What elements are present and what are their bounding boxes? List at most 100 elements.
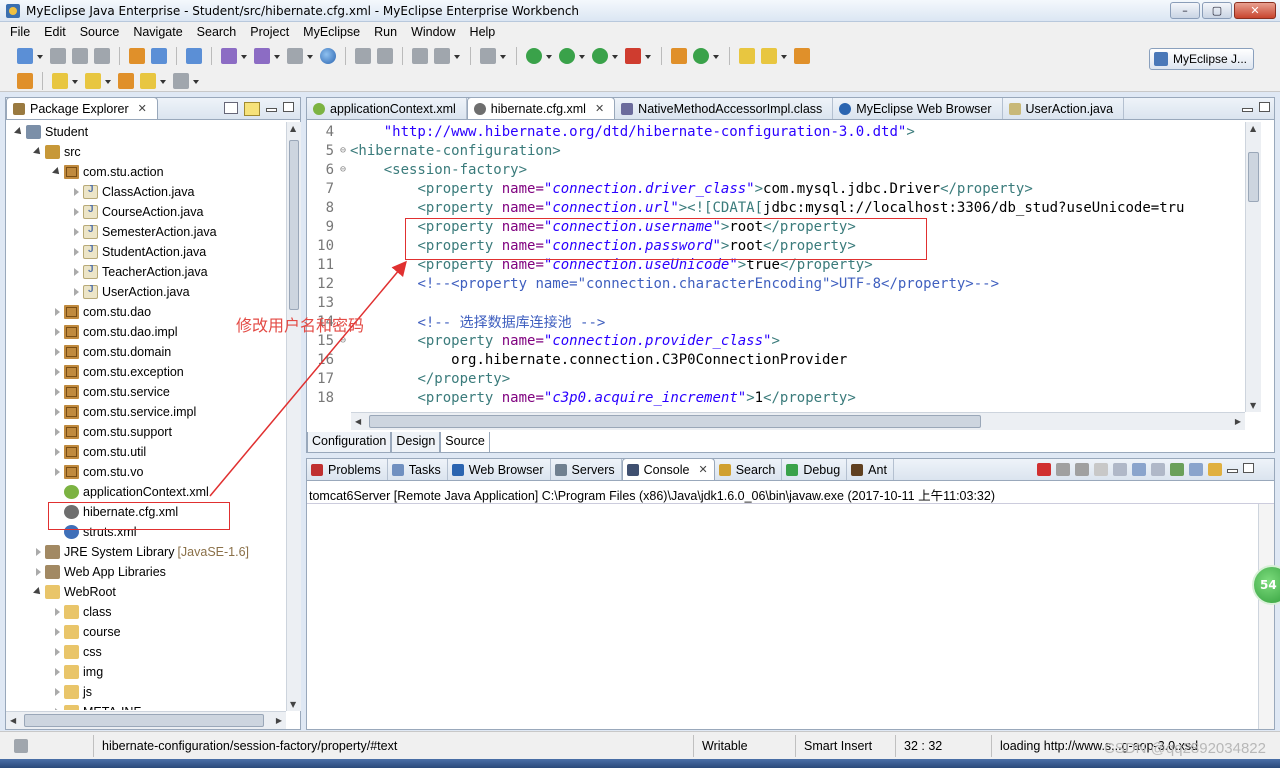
- scroll-lock-icon[interactable]: [1113, 463, 1127, 476]
- tree-item[interactable]: css: [6, 642, 286, 662]
- new-java-package-icon[interactable]: [671, 48, 687, 64]
- tab-editor-file[interactable]: UserAction.java: [1003, 98, 1125, 119]
- fold-toggle-icon[interactable]: ⊖: [340, 164, 350, 175]
- menu-myeclipse[interactable]: MyEclipse: [296, 25, 367, 39]
- compare-icon[interactable]: [355, 48, 371, 64]
- console-output[interactable]: [307, 503, 1274, 729]
- external-tools-icon[interactable]: [625, 48, 641, 64]
- tab-search[interactable]: Search: [715, 459, 783, 480]
- link-with-editor-icon[interactable]: [244, 102, 260, 116]
- clear-console-icon[interactable]: [1094, 463, 1108, 476]
- collapsed-arrow-icon[interactable]: [52, 707, 62, 710]
- scroll-left-icon[interactable]: ◀: [10, 716, 16, 725]
- fold-toggle-icon[interactable]: ⊖: [340, 335, 350, 346]
- new-dropdown-icon[interactable]: [36, 48, 43, 64]
- tree-horizontal-scrollbar[interactable]: ◀ ▶: [6, 711, 286, 729]
- tree-item[interactable]: META-INF: [6, 702, 286, 710]
- external-tools-dropdown-icon[interactable]: [644, 48, 651, 64]
- collapsed-arrow-icon[interactable]: [52, 407, 62, 417]
- menu-file[interactable]: File: [3, 25, 37, 39]
- collapsed-arrow-icon[interactable]: [52, 387, 62, 397]
- collapsed-arrow-icon[interactable]: [71, 207, 81, 217]
- tree-item[interactable]: com.stu.support: [6, 422, 286, 442]
- tree-item[interactable]: UserAction.java: [6, 282, 286, 302]
- minimize-view-icon[interactable]: [1242, 108, 1253, 112]
- back-dropdown-icon[interactable]: [159, 73, 166, 89]
- search-tool-dropdown-icon[interactable]: [780, 48, 787, 64]
- database-icon[interactable]: [186, 48, 202, 64]
- coverage-icon[interactable]: [592, 48, 608, 64]
- collapsed-arrow-icon[interactable]: [71, 287, 81, 297]
- server-dropdown-icon[interactable]: [273, 48, 280, 64]
- tab-source[interactable]: Source: [440, 432, 490, 453]
- open-console-icon[interactable]: [1208, 463, 1222, 476]
- pin-console-icon[interactable]: [1170, 463, 1184, 476]
- save-all-icon[interactable]: [72, 48, 88, 64]
- maximize-button[interactable]: ▢: [1202, 2, 1232, 19]
- fast-view-icon[interactable]: [14, 738, 28, 753]
- collapsed-arrow-icon[interactable]: [52, 307, 62, 317]
- scroll-right-icon[interactable]: ▶: [276, 716, 282, 725]
- scroll-down-icon[interactable]: ▼: [1250, 401, 1256, 410]
- tab-servers[interactable]: Servers: [551, 459, 622, 480]
- previous-annotation-icon[interactable]: [85, 72, 101, 89]
- fold-toggle-icon[interactable]: ⊖: [340, 145, 350, 156]
- collapsed-arrow-icon[interactable]: [33, 567, 43, 577]
- collapsed-arrow-icon[interactable]: [52, 667, 62, 677]
- tree-item[interactable]: src: [6, 142, 286, 162]
- tree-item[interactable]: CourseAction.java: [6, 202, 286, 222]
- tree-item[interactable]: com.stu.vo: [6, 462, 286, 482]
- open-type-icon[interactable]: [739, 48, 755, 64]
- menu-run[interactable]: Run: [367, 25, 404, 39]
- scroll-up-icon[interactable]: ▲: [290, 124, 296, 133]
- menu-edit[interactable]: Edit: [37, 25, 73, 39]
- minimize-view-icon[interactable]: [1227, 469, 1238, 473]
- print-icon[interactable]: [94, 48, 110, 64]
- tree-item[interactable]: hibernate.cfg.xml: [6, 502, 286, 522]
- coverage-dropdown-icon[interactable]: [611, 48, 618, 64]
- browser-dropdown-icon[interactable]: [306, 48, 313, 64]
- editor-vertical-scrollbar[interactable]: ▲ ▼: [1245, 122, 1261, 412]
- next-annotation-icon[interactable]: [52, 72, 68, 89]
- scroll-down-icon[interactable]: ▼: [290, 700, 296, 709]
- terminate-icon[interactable]: [1037, 463, 1051, 476]
- tab-editor-file[interactable]: hibernate.cfg.xml ✕: [466, 97, 616, 119]
- collapsed-arrow-icon[interactable]: [33, 547, 43, 557]
- menu-search[interactable]: Search: [190, 25, 244, 39]
- close-button[interactable]: ✕: [1234, 2, 1276, 19]
- collapsed-arrow-icon[interactable]: [52, 367, 62, 377]
- server-run-icon[interactable]: [254, 48, 270, 64]
- forward-icon[interactable]: [173, 72, 189, 89]
- perspective-switcher[interactable]: MyEclipse J...: [1148, 48, 1254, 70]
- last-edit-location-icon[interactable]: [118, 72, 134, 89]
- expanded-arrow-icon[interactable]: [33, 147, 43, 157]
- search-tool-icon[interactable]: [761, 48, 777, 64]
- tree-item[interactable]: js: [6, 682, 286, 702]
- tree-item[interactable]: class: [6, 602, 286, 622]
- clock-icon[interactable]: [434, 48, 450, 64]
- maximize-view-icon[interactable]: [1243, 463, 1254, 473]
- synchronize-icon[interactable]: [377, 48, 393, 64]
- previous-annotation-dropdown-icon[interactable]: [104, 73, 111, 89]
- collapsed-arrow-icon[interactable]: [52, 427, 62, 437]
- camera-dropdown-icon[interactable]: [499, 48, 506, 64]
- collapsed-arrow-icon[interactable]: [52, 687, 62, 697]
- tree-item[interactable]: com.stu.exception: [6, 362, 286, 382]
- menu-window[interactable]: Window: [404, 25, 462, 39]
- close-icon[interactable]: ✕: [595, 102, 604, 115]
- collapsed-arrow-icon[interactable]: [52, 627, 62, 637]
- debug-bug-icon[interactable]: [526, 48, 542, 64]
- deploy-icon[interactable]: [221, 48, 237, 64]
- save-icon[interactable]: [50, 48, 66, 64]
- tree-item[interactable]: SemesterAction.java: [6, 222, 286, 242]
- tab-editor-file[interactable]: MyEclipse Web Browser: [833, 98, 1003, 119]
- show-on-error-icon[interactable]: [1151, 463, 1165, 476]
- tree-item[interactable]: com.stu.action: [6, 162, 286, 182]
- clock-dropdown-icon[interactable]: [453, 48, 460, 64]
- maximize-view-icon[interactable]: [283, 102, 294, 112]
- menu-source[interactable]: Source: [73, 25, 127, 39]
- tab-ant[interactable]: Ant: [847, 459, 894, 480]
- tree-item[interactable]: img: [6, 662, 286, 682]
- tree-item[interactable]: com.stu.service: [6, 382, 286, 402]
- scroll-right-icon[interactable]: ▶: [1235, 417, 1241, 426]
